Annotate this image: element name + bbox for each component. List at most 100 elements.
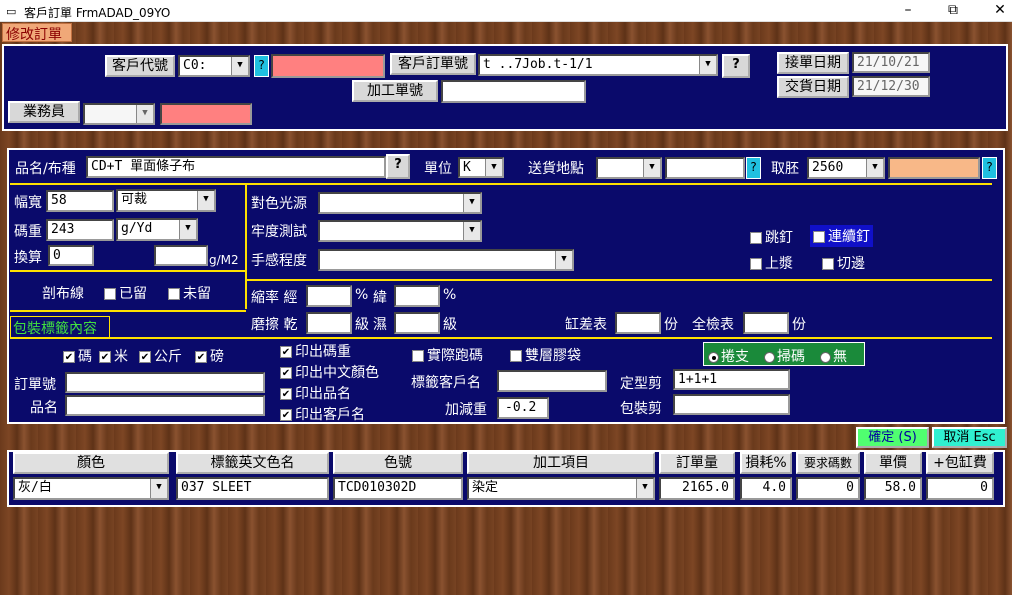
cut-edge-checkbox[interactable]: 切邊 <box>822 253 865 273</box>
chevron-down-icon[interactable]: ▼ <box>463 222 480 240</box>
unit-kg-checkbox[interactable]: ✔ 公斤 <box>139 346 182 366</box>
copies2-unit: 份 <box>792 317 806 333</box>
pack-cut-field[interactable] <box>673 394 790 415</box>
required-yards-field[interactable]: 0 <box>796 477 860 500</box>
cut-select[interactable]: 可裁 ▼ <box>116 189 216 212</box>
ship-select[interactable]: ▼ <box>596 157 662 179</box>
chevron-down-icon[interactable]: ▼ <box>555 251 572 269</box>
unit-lb-checkbox[interactable]: ✔ 磅 <box>195 346 224 366</box>
width-field[interactable]: 58 <box>46 190 114 212</box>
chevron-down-icon[interactable]: ▼ <box>636 479 653 498</box>
keep-checkbox[interactable]: 已留 <box>104 283 147 303</box>
gm2-field[interactable] <box>154 245 208 266</box>
pack-section-title: 包裝標籤內容 <box>10 316 110 338</box>
product-name-field[interactable] <box>65 395 265 416</box>
full-check-label: 全檢表 <box>692 317 734 333</box>
shape-field[interactable]: 1+1+1 <box>673 369 790 390</box>
rub-wet-field[interactable] <box>394 312 440 334</box>
title-bar: ▭ 客戶訂單 FrmADAD_09YO – ⧉ ✕ <box>0 0 1012 22</box>
mode-label: 修改訂單 <box>2 23 72 43</box>
light-select[interactable]: ▼ <box>318 192 482 214</box>
weight-unit-select[interactable]: g/Yd ▼ <box>116 218 198 241</box>
double-bag-checkbox[interactable]: 雙層膠袋 <box>510 345 581 365</box>
cancel-button[interactable]: 取消 Esc <box>932 427 1007 448</box>
fastness-select[interactable]: ▼ <box>318 220 482 242</box>
unit-price-field[interactable]: 58.0 <box>864 477 922 500</box>
close-button[interactable]: ✕ <box>985 2 1012 18</box>
grid-header: 標籤英文色名 <box>176 452 329 474</box>
actual-run-checkbox[interactable]: 實際跑碼 <box>412 345 483 365</box>
confirm-button[interactable]: 確定 (S) <box>856 427 929 448</box>
unit-yard-checkbox[interactable]: ✔ 碼 <box>63 346 92 366</box>
minimize-button[interactable]: – <box>893 2 923 18</box>
adjust-label: 加減重 <box>445 402 487 418</box>
divider <box>10 337 992 339</box>
salesman-select[interactable]: ▼ <box>83 103 155 125</box>
chevron-down-icon[interactable]: ▼ <box>231 57 248 75</box>
hand-select[interactable]: ▼ <box>318 249 574 271</box>
grey-help-button[interactable]: ? <box>982 157 997 179</box>
order-qty-field[interactable]: 2165.0 <box>659 477 735 500</box>
product-help-button[interactable]: ? <box>386 154 410 179</box>
convert-field[interactable]: 0 <box>48 245 94 266</box>
process-item-select[interactable]: 染定 ▼ <box>467 477 655 500</box>
color-name-field[interactable]: 037 SLEET <box>176 477 329 500</box>
customer-name-field[interactable] <box>271 54 385 78</box>
checkbox-icon <box>822 258 834 270</box>
shrink-weft-field[interactable] <box>394 285 440 307</box>
vat-copies-field[interactable] <box>615 312 661 334</box>
unit-meter-checkbox[interactable]: ✔ 米 <box>99 346 128 366</box>
maximize-button[interactable]: ⧉ <box>938 2 968 18</box>
starch-checkbox[interactable]: 上漿 <box>750 253 793 273</box>
process-order-field[interactable] <box>441 80 586 103</box>
loss-field[interactable]: 4.0 <box>740 477 792 500</box>
customer-order-label: 客戶訂單號 <box>390 53 476 75</box>
print-color-checkbox[interactable]: ✔ 印出中文顏色 <box>280 362 379 382</box>
delivery-date-field[interactable]: 21/12/30 <box>852 76 930 97</box>
chevron-down-icon[interactable]: ▼ <box>179 220 196 239</box>
vat-fee-field[interactable]: 0 <box>926 477 994 500</box>
roll-radio[interactable]: 捲支 <box>708 346 749 366</box>
grey-name-field[interactable] <box>888 157 980 179</box>
adjust-field[interactable]: -0.2 <box>497 397 549 419</box>
chevron-down-icon[interactable]: ▼ <box>699 56 716 74</box>
product-field[interactable]: CD+T 單面條子布 <box>86 156 386 178</box>
tag-customer-field[interactable] <box>497 370 607 392</box>
chevron-down-icon[interactable]: ▼ <box>136 105 153 123</box>
chevron-down-icon[interactable]: ▼ <box>485 159 502 176</box>
skip-checkbox[interactable]: 跳釘 <box>750 227 793 247</box>
ship-help-button[interactable]: ? <box>746 157 761 179</box>
print-customer-checkbox[interactable]: ✔ 印出客戶名 <box>280 404 365 424</box>
order-help-button[interactable]: ? <box>722 54 750 78</box>
chevron-down-icon[interactable]: ▼ <box>463 194 480 212</box>
weight-label: 碼重 <box>14 224 42 240</box>
rub-dry-field[interactable] <box>306 312 352 334</box>
color-code-field[interactable]: TCD010302D <box>333 477 463 500</box>
chevron-down-icon[interactable]: ▼ <box>643 159 660 177</box>
customer-order-select[interactable]: t ..7Job.t-1/1 ▼ <box>478 54 718 76</box>
salesman-name-field[interactable] <box>160 103 252 125</box>
customer-code-select[interactable]: C0: ▼ <box>178 55 250 77</box>
grey-label: 取胚 <box>771 161 799 177</box>
ship-name-field[interactable] <box>665 157 745 179</box>
nokeep-checkbox[interactable]: 未留 <box>168 283 211 303</box>
order-date-field[interactable]: 21/10/21 <box>852 52 930 73</box>
chevron-down-icon[interactable]: ▼ <box>866 159 883 177</box>
full-copies-field[interactable] <box>743 312 789 334</box>
color-select[interactable]: 灰/白 ▼ <box>13 477 169 500</box>
customer-help-button[interactable]: ? <box>254 55 269 77</box>
unit-label: 單位 <box>424 161 452 177</box>
sweep-radio[interactable]: 掃碼 <box>764 346 805 366</box>
print-product-checkbox[interactable]: ✔ 印出品名 <box>280 383 351 403</box>
weight-field[interactable]: 243 <box>46 219 114 241</box>
grey-code-select[interactable]: 2560 ▼ <box>807 157 885 179</box>
none-radio[interactable]: 無 <box>820 346 847 366</box>
order-no-field[interactable] <box>65 372 265 393</box>
print-weight-checkbox[interactable]: ✔ 印出碼重 <box>280 341 351 361</box>
shrink-warp-field[interactable] <box>306 285 352 307</box>
chevron-down-icon[interactable]: ▼ <box>150 479 167 498</box>
tag-customer-label: 標籤客戶名 <box>411 375 481 391</box>
continuous-checkbox[interactable]: 連續釘 <box>810 225 873 247</box>
unit-select[interactable]: K ▼ <box>458 157 504 178</box>
chevron-down-icon[interactable]: ▼ <box>197 191 214 210</box>
